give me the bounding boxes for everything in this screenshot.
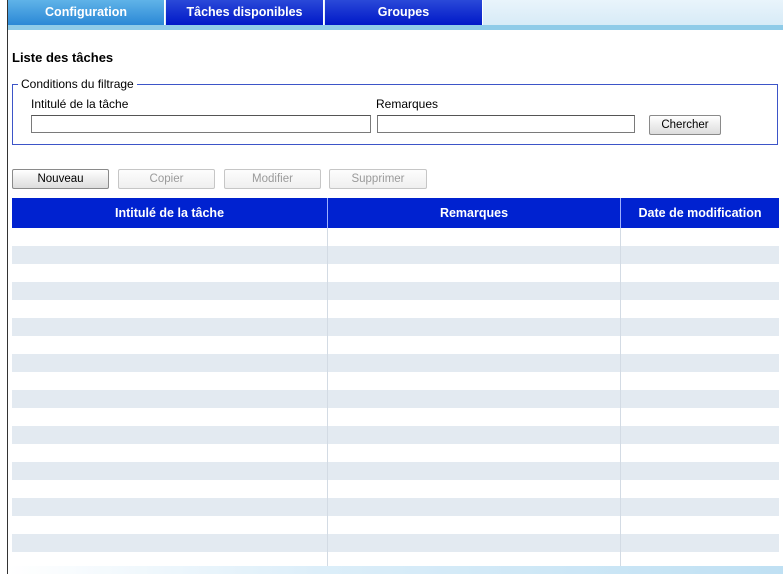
table-cell <box>621 462 779 480</box>
table-cell <box>12 282 328 300</box>
task-name-input[interactable] <box>31 115 371 133</box>
table-row <box>12 336 779 354</box>
table-cell <box>328 534 621 552</box>
table-cell <box>12 462 328 480</box>
table-cell <box>328 516 621 534</box>
table-row <box>12 318 779 336</box>
tab-groups[interactable]: Groupes <box>325 0 483 25</box>
table-row <box>12 246 779 264</box>
table-cell <box>621 336 779 354</box>
table-row <box>12 444 779 462</box>
copy-button[interactable]: Copier <box>118 169 215 189</box>
table-cell <box>621 372 779 390</box>
table-cell <box>328 282 621 300</box>
table-cell <box>328 228 621 246</box>
table-cell <box>621 444 779 462</box>
table-body <box>12 228 779 574</box>
table-row <box>12 372 779 390</box>
table-row <box>12 534 779 552</box>
table-cell <box>621 228 779 246</box>
table-cell <box>12 516 328 534</box>
table-cell <box>12 318 328 336</box>
table-row <box>12 264 779 282</box>
table-cell <box>328 246 621 264</box>
table-row <box>12 354 779 372</box>
column-header-task-name[interactable]: Intitulé de la tâche <box>12 198 328 228</box>
table-cell <box>328 462 621 480</box>
table-cell <box>621 534 779 552</box>
table-cell <box>328 480 621 498</box>
table-cell <box>328 426 621 444</box>
table-cell <box>328 336 621 354</box>
table-cell <box>12 408 328 426</box>
table-cell <box>12 498 328 516</box>
table-row <box>12 480 779 498</box>
table-cell <box>328 354 621 372</box>
table-cell <box>328 408 621 426</box>
page-title: Liste des tâches <box>12 50 114 65</box>
table-cell <box>12 480 328 498</box>
table-cell <box>12 264 328 282</box>
table-cell <box>621 516 779 534</box>
table-cell <box>328 372 621 390</box>
table-row <box>12 390 779 408</box>
task-name-label: Intitulé de la tâche <box>31 97 129 111</box>
table-row <box>12 516 779 534</box>
table-cell <box>621 354 779 372</box>
table-cell <box>12 372 328 390</box>
table-row <box>12 426 779 444</box>
table-cell <box>12 426 328 444</box>
table-cell <box>12 228 328 246</box>
table-row <box>12 462 779 480</box>
table-cell <box>621 282 779 300</box>
table-cell <box>328 264 621 282</box>
column-header-remarks[interactable]: Remarques <box>328 198 621 228</box>
delete-button[interactable]: Supprimer <box>329 169 427 189</box>
modify-button[interactable]: Modifier <box>224 169 321 189</box>
table-cell <box>12 444 328 462</box>
table-cell <box>12 336 328 354</box>
table-cell <box>12 390 328 408</box>
table-cell <box>621 318 779 336</box>
search-button[interactable]: Chercher <box>649 115 721 135</box>
table-cell <box>328 300 621 318</box>
table-row <box>12 228 779 246</box>
filter-fieldset: Conditions du filtrage Intitulé de la tâ… <box>12 77 778 145</box>
task-table: Intitulé de la tâche Remarques Date de m… <box>12 198 779 574</box>
table-cell <box>328 498 621 516</box>
table-cell <box>621 480 779 498</box>
new-button[interactable]: Nouveau <box>12 169 109 189</box>
table-cell <box>328 390 621 408</box>
table-cell <box>12 354 328 372</box>
table-row <box>12 498 779 516</box>
table-cell <box>328 444 621 462</box>
table-cell <box>328 318 621 336</box>
remarks-input[interactable] <box>377 115 635 133</box>
tab-bar: Configuration Tâches disponibles Groupes <box>8 0 783 30</box>
app-frame: Configuration Tâches disponibles Groupes… <box>7 0 783 574</box>
table-header: Intitulé de la tâche Remarques Date de m… <box>12 198 779 228</box>
filter-legend: Conditions du filtrage <box>18 77 137 91</box>
table-row <box>12 408 779 426</box>
bottom-band <box>8 566 783 574</box>
table-cell <box>621 246 779 264</box>
tab-available-tasks[interactable]: Tâches disponibles <box>166 0 324 25</box>
table-cell <box>621 498 779 516</box>
tab-configuration[interactable]: Configuration <box>8 0 165 25</box>
column-header-modified-date[interactable]: Date de modification <box>621 198 779 228</box>
table-row <box>12 300 779 318</box>
table-cell <box>12 300 328 318</box>
table-cell <box>621 408 779 426</box>
table-row <box>12 282 779 300</box>
table-cell <box>12 534 328 552</box>
table-cell <box>621 426 779 444</box>
table-cell <box>621 264 779 282</box>
table-cell <box>621 390 779 408</box>
table-cell <box>621 300 779 318</box>
remarks-label: Remarques <box>376 97 439 111</box>
table-cell <box>12 246 328 264</box>
